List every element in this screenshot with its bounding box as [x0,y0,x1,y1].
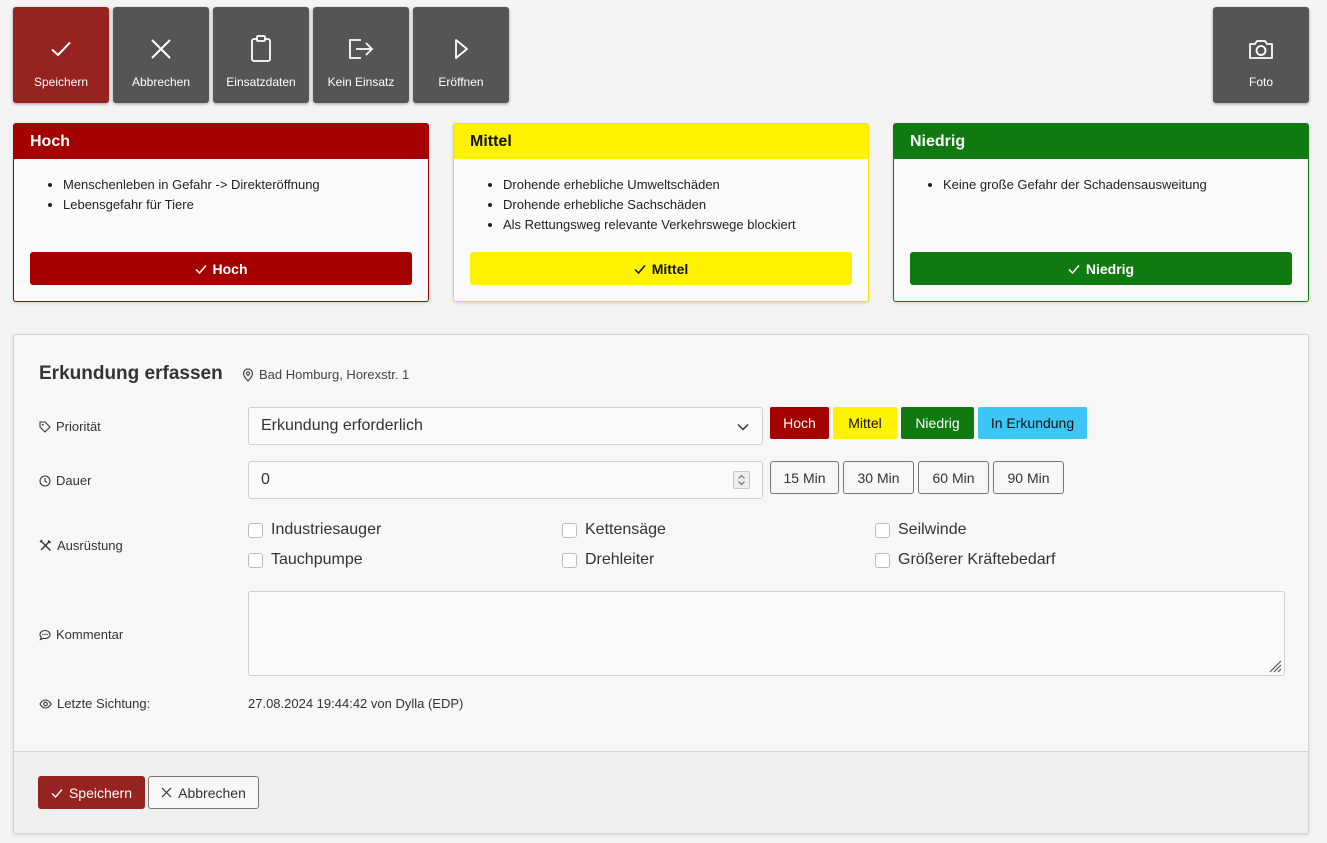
eroeffnen-button-label: Eröffnen [438,75,484,89]
cancel-button[interactable]: Abbrechen [113,7,209,103]
erkundung-form: Erkundung erfassen Bad Homburg, Horexstr… [13,334,1309,834]
checkbox-seilwinde[interactable]: Seilwinde [875,521,966,539]
checkbox-tauchpumpe[interactable]: Tauchpumpe [248,551,363,569]
close-icon [151,39,171,59]
play-icon [455,39,468,59]
footer-cancel-label: Abbrechen [178,784,246,801]
list-item: Drohende erhebliche Umweltschäden [503,175,868,195]
tools-icon [39,539,51,551]
map-pin-icon [242,367,254,382]
priority-niedrig-button[interactable]: Niedrig [910,252,1292,285]
ausruestung-label: Ausrüstung [39,538,123,553]
quick-prio-mittel-button[interactable]: Mittel [833,407,897,439]
tag-icon [39,420,51,433]
location: Bad Homburg, Horexstr. 1 [242,367,409,382]
chevron-down-icon [737,423,749,431]
checkbox-box[interactable] [248,552,263,568]
quick-prio-hoch-button[interactable]: Hoch [770,407,829,439]
einsatzdaten-button-label: Einsatzdaten [226,75,296,89]
footer-save-label: Speichern [68,784,133,801]
close-icon [161,787,172,798]
einsatzdaten-button[interactable]: Einsatzdaten [213,7,309,103]
location-text: Bad Homburg, Horexstr. 1 [259,367,410,382]
list-item: Menschenleben in Gefahr -> Direkteröffnu… [63,175,428,195]
list-item: Drohende erhebliche Sachschäden [503,195,868,215]
list-item: Keine große Gefahr der Schadensausweitun… [943,175,1308,195]
prioritaet-label: Priorität [39,419,101,434]
prioritaet-select[interactable]: Erkundung erforderlich [248,407,763,445]
number-stepper[interactable] [733,471,750,489]
quick-prio-niedrig-button[interactable]: Niedrig [901,407,974,439]
checkbox-box[interactable] [562,522,577,538]
kein-einsatz-button[interactable]: Kein Einsatz [313,7,409,103]
checkbox-box[interactable] [562,552,577,568]
dauer-label: Dauer [39,473,91,488]
footer-cancel-button[interactable]: Abbrechen [148,776,259,809]
priority-hoch-button-label: Hoch [212,260,248,277]
priority-hoch-button[interactable]: Hoch [30,252,412,285]
priority-criteria-list: Menschenleben in Gefahr -> Direkteröffnu… [14,175,428,215]
checkbox-industriesauger[interactable]: Industriesauger [248,521,381,539]
priority-criteria-list: Drohende erhebliche Umweltschäden Drohen… [454,175,868,235]
priority-niedrig-button-label: Niedrig [1085,260,1135,277]
clock-icon [39,474,51,487]
chat-icon [39,629,51,641]
dauer-60-button[interactable]: 60 Min [918,461,989,494]
priority-card-title: Mittel [454,124,868,159]
priority-card-title: Hoch [14,124,428,159]
kein-einsatz-button-label: Kein Einsatz [327,75,395,89]
resize-handle-icon[interactable] [1266,657,1282,673]
checkbox-drehleiter[interactable]: Drehleiter [562,551,654,569]
camera-icon [1249,40,1273,59]
dauer-30-button[interactable]: 30 Min [843,461,914,494]
check-icon [51,788,63,798]
toolbar: Speichern Abbrechen Einsatzdaten Kein Ei… [13,7,1309,103]
priority-card-niedrig: Niedrig Keine große Gefahr der Schadensa… [893,123,1309,302]
checkbox-groesserer-kraeftebedarf[interactable]: Größerer Kräftebedarf [875,551,1055,569]
check-icon [194,264,207,274]
dauer-90-button[interactable]: 90 Min [993,461,1064,494]
page-title: Erkundung erfassen [39,363,223,384]
dauer-input[interactable]: 0 [248,461,763,499]
cancel-button-label: Abbrechen [131,75,191,89]
priority-criteria-list: Keine große Gefahr der Schadensausweitun… [894,175,1308,195]
priority-mittel-button-label: Mittel [651,260,689,277]
checkbox-box[interactable] [875,552,890,568]
priority-mittel-button[interactable]: Mittel [470,252,852,285]
eye-icon [39,698,52,709]
prioritaet-select-value: Erkundung erforderlich [261,417,423,434]
footer-save-button[interactable]: Speichern [38,776,145,809]
checkbox-kettensaege[interactable]: Kettensäge [562,521,666,539]
stepper-arrows-icon [738,474,745,486]
quick-prio-in-erkundung-button[interactable]: In Erkundung [978,407,1087,439]
photo-button[interactable]: Foto [1213,7,1309,103]
photo-button-label: Foto [1248,75,1273,89]
list-item: Als Rettungsweg relevante Verkehrswege b… [503,215,868,235]
save-button[interactable]: Speichern [13,7,109,103]
check-icon [1068,264,1080,274]
dauer-15-button[interactable]: 15 Min [770,461,839,494]
checkbox-box[interactable] [875,522,890,538]
priority-card-title: Niedrig [894,124,1308,159]
check-icon [51,41,71,57]
save-button-label: Speichern [33,75,89,89]
kommentar-textarea[interactable] [248,591,1285,676]
check-icon [634,264,646,274]
logout-icon [349,39,374,59]
priority-card-mittel: Mittel Drohende erhebliche Umweltschäden… [453,123,869,302]
dauer-input-value: 0 [261,471,270,488]
letzte-sichtung-value: 27.08.2024 19:44:42 von Dylla (EDP) [248,696,464,711]
list-item: Lebensgefahr für Tiere [63,195,428,215]
checkbox-box[interactable] [248,522,263,538]
eroeffnen-button[interactable]: Eröffnen [413,7,509,103]
clipboard-icon [251,35,271,62]
letzte-sichtung-label: Letzte Sichtung: [39,696,150,711]
priority-card-hoch: Hoch Menschenleben in Gefahr -> Direkter… [13,123,429,302]
kommentar-label: Kommentar [39,627,123,642]
